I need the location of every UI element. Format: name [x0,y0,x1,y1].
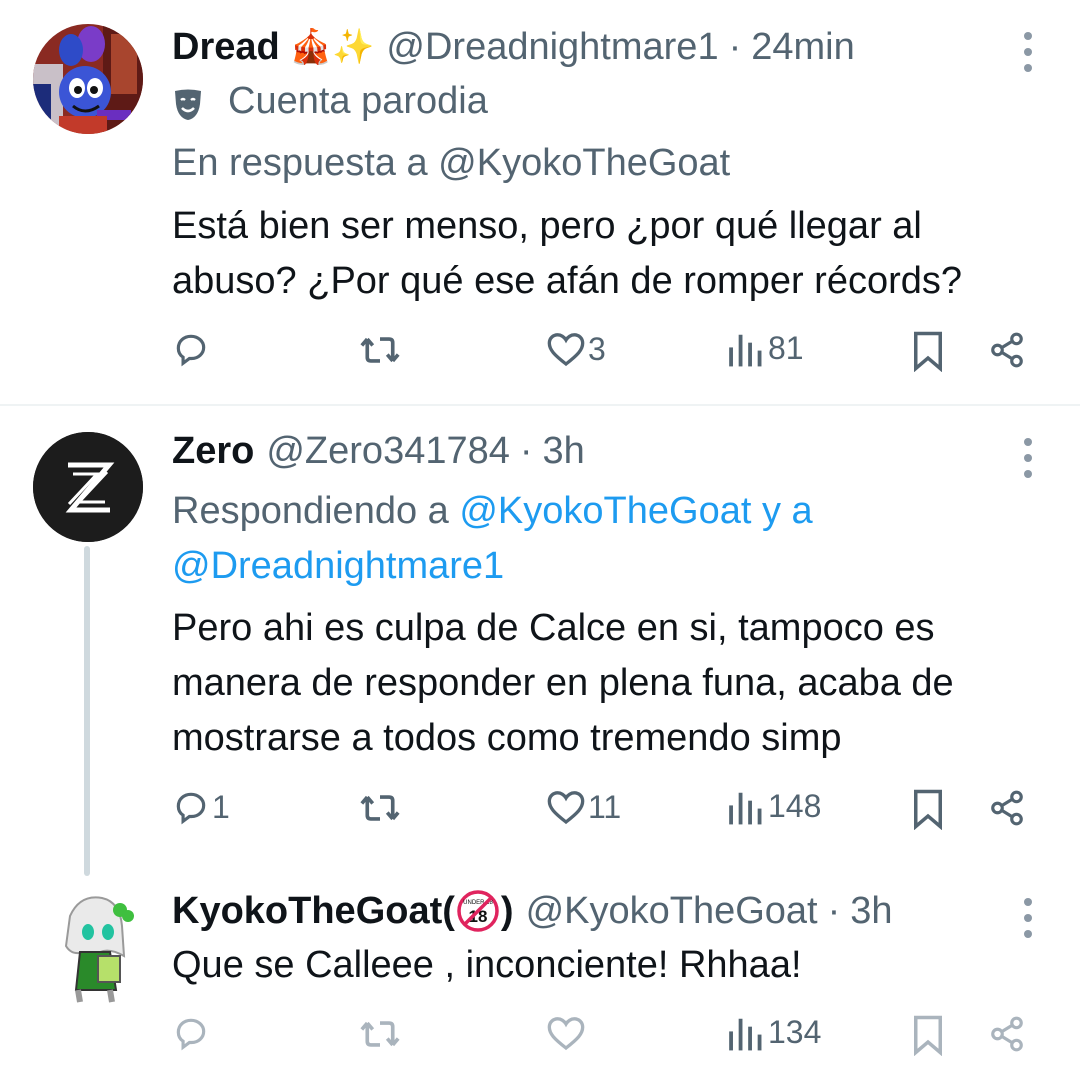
retweet-icon [360,795,400,821]
views-count: 81 [768,330,804,366]
action-bar: 3 81 [172,330,1032,380]
like-button[interactable] [546,1014,586,1052]
share-icon [991,790,1023,826]
views-chart-icon [729,792,762,824]
tweet-dread[interactable]: Dread 🎪✨ @Dreadnightmare1 · 24min Cuenta… [0,0,1080,404]
bookmark-icon [914,1015,942,1056]
display-name-end: ) [500,889,514,932]
views-chart-icon [729,334,762,366]
reply-button[interactable]: 1 [172,788,230,826]
tweet-text-line: Está bien ser menso, pero ¿por qué llega… [172,205,922,247]
tweet-text-line: Que se Calleee , inconciente! Rhhaa! [172,944,802,986]
timestamp[interactable]: 3h [543,430,585,473]
more-options-icon[interactable] [1024,438,1034,486]
tweet-text-line: abuso? ¿Por qué ese afán de romper récor… [172,260,963,302]
like-count: 11 [588,788,622,825]
heart-icon [547,333,585,367]
separator-dot: · [728,25,742,68]
tweet-text-line: mostrarse a todos como tremendo simp [172,717,842,759]
separator-dot: · [519,429,533,472]
theater-masks-icon [172,83,208,120]
parody-label: Cuenta parodia [172,74,488,128]
bookmark-icon [914,331,942,372]
user-handle[interactable]: @KyokoTheGoat [526,890,818,933]
separator-dot: · [827,889,841,932]
more-options-icon[interactable] [1024,32,1034,80]
retweet-icon [360,1021,400,1047]
retweet-button[interactable] [358,788,402,828]
bookmark-button[interactable] [912,1014,944,1056]
reply-mention[interactable]: @KyokoTheGoat y a [459,490,812,532]
avatar-kyoko[interactable] [40,886,146,1006]
thread-line [84,546,90,876]
bookmark-button[interactable] [912,788,944,830]
heart-icon [547,1017,585,1051]
like-button[interactable]: 11 [546,788,621,826]
parody-label-text: Cuenta parodia [228,80,488,122]
display-name[interactable]: Dread [172,26,280,69]
reply-prefix: Respondiendo a [172,490,460,532]
reply-button[interactable] [172,1014,210,1052]
views-button[interactable]: 81 [726,330,804,367]
tweet-zero[interactable]: Zero @Zero341784 · 3h Respondiendo a @Ky… [0,406,1080,886]
action-bar: 1 11 148 [172,788,1032,838]
reply-icon [176,1018,206,1051]
bookmark-icon [914,789,942,830]
timestamp[interactable]: 24min [751,26,855,69]
avatar-dread[interactable] [33,24,143,134]
tweet-header: KyokoTheGoat( UNDER 18 18 ) @KyokoTheGoa… [172,886,893,936]
views-count: 148 [768,788,822,824]
views-chart-icon [729,1018,762,1050]
views-button[interactable]: 134 [726,1014,821,1051]
timestamp[interactable]: 3h [850,890,892,933]
share-icon [991,332,1023,368]
reply-icon [176,334,206,367]
display-name[interactable]: Zero [172,430,254,473]
share-button[interactable] [988,788,1026,828]
tweet-header: Dread 🎪✨ @Dreadnightmare1 · 24min [172,22,855,72]
share-icon [991,1016,1023,1052]
avatar-zero[interactable] [33,432,143,542]
like-count: 3 [588,330,606,367]
tweet-kyoko[interactable]: KyokoTheGoat( UNDER 18 18 ) @KyokoTheGoa… [0,886,1080,1083]
views-button[interactable]: 148 [726,788,821,825]
views-count: 134 [768,1014,822,1050]
user-handle[interactable]: @Dreadnightmare1 [386,26,718,69]
reply-mention[interactable]: @Dreadnightmare1 [172,539,504,593]
under-18-badge-icon: UNDER 18 18 [457,890,499,932]
tweet-text-line: Pero ahi es culpa de Calce en si, tampoc… [172,607,935,649]
like-button[interactable]: 3 [546,330,606,368]
reply-context[interactable]: En respuesta a @KyokoTheGoat [172,136,730,190]
reply-icon [176,792,206,825]
retweet-button[interactable] [358,330,402,370]
reply-count: 1 [212,788,230,825]
retweet-icon [360,337,400,363]
more-options-icon[interactable] [1024,898,1034,946]
user-handle[interactable]: @Zero341784 [266,430,510,473]
tweet-text-line: manera de responder en plena funa, acaba… [172,662,954,704]
name-emoji: 🎪✨ [289,28,375,66]
reply-context: Respondiendo a @KyokoTheGoat y a [172,484,813,538]
bookmark-button[interactable] [912,330,944,372]
display-name[interactable]: KyokoTheGoat( [172,890,455,933]
action-bar: 134 [172,1014,1032,1064]
tweet-header: Zero @Zero341784 · 3h [172,426,585,476]
share-button[interactable] [988,1014,1026,1054]
retweet-button[interactable] [358,1014,402,1054]
heart-icon [547,791,585,825]
share-button[interactable] [988,330,1026,370]
reply-button[interactable] [172,330,210,368]
